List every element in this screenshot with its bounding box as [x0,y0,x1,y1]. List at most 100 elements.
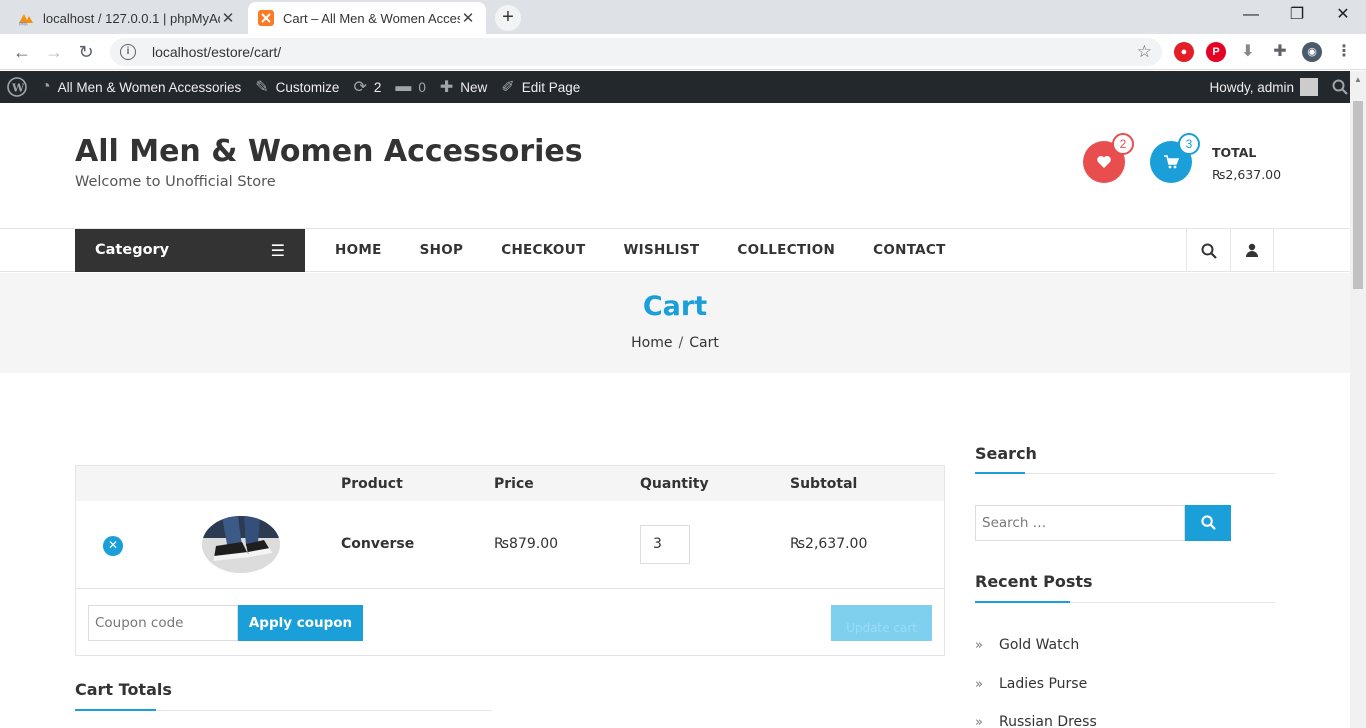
admin-site-name-label: All Men & Women Accessories [57,79,242,95]
apply-coupon-button[interactable]: Apply coupon [238,605,363,641]
admin-comments[interactable]: ▬ 0 [388,71,433,103]
post-link[interactable]: Russian Dress [999,714,1097,728]
search-submit-button[interactable] [1185,505,1231,541]
post-link[interactable]: Gold Watch [999,637,1079,653]
phpmyadmin-favicon-icon: PMA [19,14,33,26]
account-button[interactable] [1230,229,1274,272]
search-widget-title: Search [975,444,1037,463]
column-subtotal: Subtotal [790,476,858,492]
pencil-icon: ✐ [501,79,515,96]
new-label: New [460,79,488,95]
admin-new[interactable]: ✚ New [433,71,494,103]
remove-item-icon[interactable]: ✕ [103,536,123,556]
double-chevron-right-icon: » [975,676,983,692]
svg-text:W: W [11,82,25,95]
admin-edit-page[interactable]: ✐ Edit Page [494,71,587,103]
site-title[interactable]: All Men & Women Accessories [75,134,583,169]
nav-item-shop[interactable]: SHOP [401,229,483,272]
post-link[interactable]: Ladies Purse [999,676,1087,692]
admin-site-name[interactable]: ◔ All Men & Women Accessories [34,71,248,103]
coupon-input[interactable]: Coupon code [88,605,238,641]
scroll-up-icon[interactable]: ▲ [1350,75,1366,84]
primary-menu: HOME SHOP CHECKOUT WISHLIST COLLECTION C… [316,229,965,272]
product-subtotal: ₨2,637.00 [790,536,868,552]
url-text[interactable]: localhost/estore/cart/ [152,44,1137,60]
close-window-button[interactable]: ✕ [1320,0,1366,30]
nav-item-home[interactable]: HOME [316,229,401,272]
browser-menu-icon[interactable]: ⋮ [1334,42,1354,62]
profile-avatar[interactable]: ◉ [1302,42,1322,62]
address-toolbar: ← → ↻ i localhost/estore/cart/ ☆ ● P ⬇ ✚… [0,34,1366,70]
cart-totals-heading: Cart Totals [75,680,172,699]
site-tagline: Welcome to Unofficial Store [75,174,276,190]
search-icon [1200,515,1216,530]
shopping-cart-icon [1164,155,1180,169]
forward-button[interactable]: → [40,38,68,66]
breadcrumb-separator: / [678,335,684,351]
double-chevron-right-icon: » [975,714,983,728]
reload-button[interactable]: ↻ [72,38,100,66]
cart-count-badge: 3 [1178,133,1200,155]
column-product: Product [341,476,403,492]
product-name-link[interactable]: Converse [341,536,414,552]
nav-item-collection[interactable]: COLLECTION [718,229,854,272]
column-price: Price [494,476,534,492]
minimize-button[interactable]: — [1228,0,1274,30]
search-input[interactable]: Search … [975,505,1185,541]
list-item[interactable]: » Russian Dress [975,714,1097,728]
admin-account[interactable]: Howdy, admin [1202,71,1325,103]
bookmark-star-icon[interactable]: ☆ [1137,42,1152,62]
list-item[interactable]: » Gold Watch [975,637,1079,653]
extensions-puzzle-icon[interactable]: ✚ [1270,42,1290,62]
maximize-button[interactable]: ❐ [1274,0,1320,30]
scrollbar-thumb[interactable] [1353,101,1363,289]
admin-updates[interactable]: ⟳ 2 [346,71,388,103]
list-item[interactable]: » Ladies Purse [975,676,1087,692]
plus-icon: ✚ [439,79,454,96]
close-tab-icon[interactable]: ✕ [220,9,236,27]
header-search-button[interactable] [1186,229,1230,272]
comment-bubble-icon: ▬ [395,78,412,95]
updates-icon: ⟳ [353,79,367,96]
address-bar[interactable]: i localhost/estore/cart/ ☆ [110,38,1162,66]
browser-tab-bar: PMA localhost / 127.0.0.1 | phpMyAdm ✕ C… [0,0,1366,34]
updates-count: 2 [373,79,382,95]
nav-item-contact[interactable]: CONTACT [854,229,965,272]
converse-shoes-image [202,516,280,573]
recent-posts-divider [975,601,1275,603]
page-scrollbar[interactable]: ▲ [1350,71,1366,728]
customize-label: Customize [275,79,340,95]
table-row: ✕ Converse ₨879.00 3 ₨2,637.00 [76,501,944,589]
site-info-icon[interactable]: i [120,44,136,60]
new-tab-button[interactable]: + [495,5,521,31]
nav-item-checkout[interactable]: CHECKOUT [482,229,604,272]
update-cart-button[interactable]: Update cart [831,605,932,641]
product-thumbnail[interactable] [202,516,280,573]
nav-item-wishlist[interactable]: WISHLIST [604,229,718,272]
category-menu-button[interactable]: Category ☰ [75,229,305,272]
breadcrumb: Home / Cart [0,335,1350,351]
comments-count: 0 [418,79,426,95]
search-icon [1201,243,1217,259]
pinterest-extension-icon[interactable]: P [1206,42,1226,62]
adblock-extension-icon[interactable]: ● [1174,42,1194,62]
close-tab-icon[interactable]: ✕ [460,9,476,27]
breadcrumb-home[interactable]: Home [631,335,672,351]
heart-icon [1097,156,1111,168]
cart-table: Product Price Quantity Subtotal ✕ Conver [75,465,945,656]
wordpress-logo-icon[interactable]: W [0,71,34,103]
main-navigation: Category ☰ HOME SHOP CHECKOUT WISHLIST C… [0,228,1350,272]
tab-phpmyadmin[interactable]: PMA localhost / 127.0.0.1 | phpMyAdm ✕ [8,2,246,34]
paintbrush-icon: ✎ [255,79,269,96]
howdy-label: Howdy, admin [1209,79,1294,95]
tab-cart[interactable]: Cart – All Men & Women Accesso ✕ [248,2,486,34]
cart-totals-divider [75,709,492,711]
column-quantity: Quantity [640,476,709,492]
page-title: Cart [642,291,708,322]
user-icon [1246,243,1258,257]
admin-customize[interactable]: ✎ Customize [248,71,346,103]
download-extension-icon[interactable]: ⬇ [1238,42,1258,62]
hamburger-menu-icon: ☰ [270,241,285,260]
quantity-input[interactable]: 3 [640,525,690,564]
back-button[interactable]: ← [8,38,36,66]
